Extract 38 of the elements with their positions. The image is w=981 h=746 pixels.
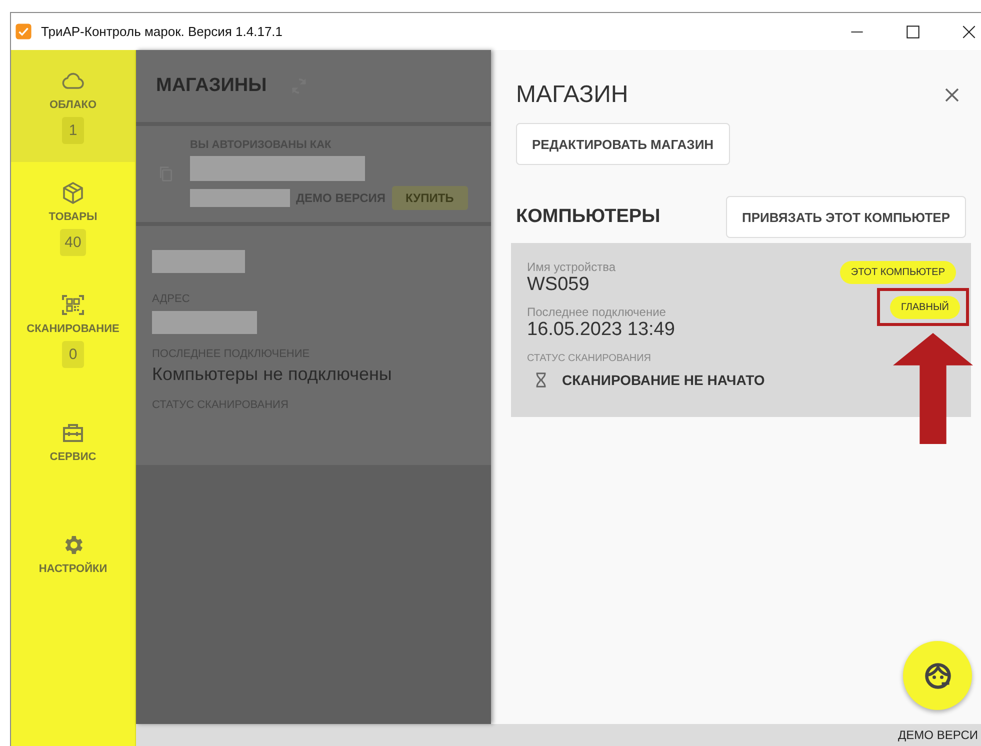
sidebar-item-label: ОБЛАКО <box>49 98 97 110</box>
device-name: WS059 <box>527 274 590 296</box>
close-icon[interactable] <box>962 24 976 38</box>
last-connection: 16.05.2023 13:49 <box>527 319 675 341</box>
panel-title: МАГАЗИН <box>516 81 628 109</box>
buy-button[interactable]: КУПИТЬ <box>392 186 468 210</box>
count-badge: 0 <box>62 340 84 368</box>
edit-store-button[interactable]: РЕДАКТИРОВАТЬ МАГАЗИН <box>516 123 730 165</box>
status-text: ДЕМО ВЕРСИ <box>898 728 978 742</box>
window-title: ТриАР-Контроль марок. Версия 1.4.17.1 <box>41 24 283 39</box>
sidebar-item[interactable]: ОБЛАКО 1 <box>11 50 135 162</box>
scan-status: СКАНИРОВАНИЕ НЕ НАЧАТО <box>562 372 765 388</box>
toolbox-icon <box>61 421 85 445</box>
field-label: СТАТУС СКАНИРОВАНИЯ <box>527 353 652 364</box>
field-label: Последнее подключение <box>527 305 666 319</box>
sidebar-item-label: СКАНИРОВАНИЕ <box>26 322 120 334</box>
sidebar-item[interactable]: СКАНИРОВАНИЕ 0 <box>11 274 135 386</box>
maximize-icon[interactable] <box>906 24 920 38</box>
field-value: Компьютеры не подключены <box>152 364 392 385</box>
sidebar-item-label: СЕРВИС <box>50 451 96 463</box>
bind-computer-button[interactable]: ПРИВЯЗАТЬ ЭТОТ КОМПЬЮТЕР <box>726 196 966 238</box>
sidebar-item-label: НАСТРОЙКИ <box>38 563 108 575</box>
sidebar-item[interactable]: ТОВАРЫ 40 <box>11 162 135 274</box>
sidebar-item-label: ТОВАРЫ <box>48 210 98 222</box>
sidebar-item[interactable]: НАСТРОЙКИ <box>11 498 135 610</box>
sidebar-item[interactable]: СЕРВИС <box>11 386 135 498</box>
count-badge: 1 <box>62 116 84 144</box>
qr-code-icon <box>61 292 85 316</box>
count-badge: 40 <box>60 228 86 256</box>
headset-person-icon <box>922 660 952 690</box>
section-title: КОМПЬЮТЕРЫ <box>516 206 660 228</box>
box-icon <box>61 180 85 204</box>
badge: ЭТОТ КОМПЬЮТЕР <box>840 261 956 284</box>
panel-title: МАГАЗИНЫ <box>156 75 267 97</box>
badge: ГЛАВНЫЙ <box>890 296 960 319</box>
support-button[interactable] <box>903 641 972 710</box>
field-label: Имя устройства <box>527 260 616 274</box>
app-logo-icon <box>15 23 32 40</box>
